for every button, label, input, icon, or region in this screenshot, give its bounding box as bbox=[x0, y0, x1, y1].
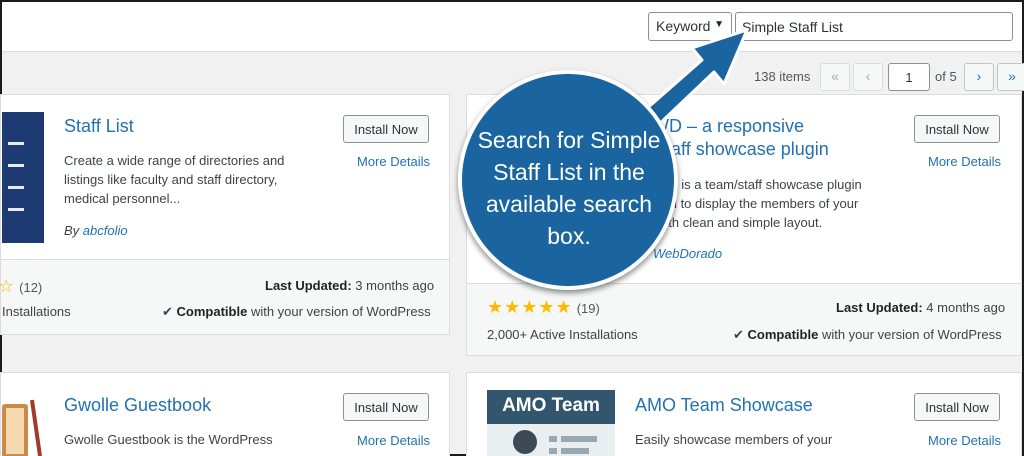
last-updated: Last Updated: 3 months ago bbox=[265, 278, 435, 293]
next-page-button[interactable]: › bbox=[964, 63, 994, 91]
last-page-button[interactable]: » bbox=[997, 63, 1024, 91]
active-installations: 2,000+ Active Installations bbox=[487, 327, 638, 342]
plugin-card-footer bbox=[1, 259, 449, 334]
rating-count: (12) bbox=[19, 280, 43, 295]
search-type-value: Keyword bbox=[656, 18, 711, 34]
rating-stars: ★★★★★ (19) bbox=[487, 297, 600, 318]
plugin-description: Easily showcase members of your bbox=[635, 432, 833, 447]
plugin-description-line: with clean and simple layout. bbox=[656, 215, 823, 230]
plugin-description: Gwolle Guestbook is the WordPress bbox=[64, 432, 273, 447]
search-type-select[interactable]: Keyword ▼ bbox=[648, 12, 732, 41]
plugin-description-line: WD is a team/staff showcase plugin bbox=[656, 177, 862, 192]
install-now-button[interactable]: Install Now bbox=[343, 115, 429, 143]
more-details-link[interactable]: More Details bbox=[928, 154, 1001, 169]
plugin-thumbnail: AMO Team bbox=[487, 390, 615, 456]
checkmark-icon: ✔ bbox=[733, 327, 744, 342]
install-now-button[interactable]: Install Now bbox=[914, 393, 1000, 421]
team-member-icon bbox=[513, 430, 597, 454]
plugin-title-link[interactable]: AMO Team Showcase bbox=[635, 395, 813, 416]
plugin-description: Create a wide range of directories and l… bbox=[64, 153, 285, 206]
checkmark-icon: ✔ bbox=[162, 304, 173, 319]
plugin-card-footer bbox=[467, 283, 1021, 355]
plugin-description-line: you to display the members of your bbox=[656, 196, 859, 211]
thumbnail-label: AMO Team bbox=[502, 395, 600, 416]
install-now-button[interactable]: Install Now bbox=[914, 115, 1000, 143]
plugin-thumbnail bbox=[2, 386, 44, 456]
last-updated: Last Updated: 4 months ago bbox=[836, 300, 1006, 315]
plugin-thumbnail bbox=[2, 112, 44, 243]
active-installations: Installations bbox=[2, 304, 71, 319]
rating-count: (19) bbox=[576, 301, 600, 316]
plugin-title-link[interactable]: Gwolle Guestbook bbox=[64, 395, 211, 416]
install-now-button[interactable]: Install Now bbox=[343, 393, 429, 421]
first-page-button[interactable]: « bbox=[820, 63, 850, 91]
rating-stars: ☆ (12) bbox=[0, 276, 42, 297]
search-bar: Keyword ▼ bbox=[2, 2, 1022, 52]
more-details-link[interactable]: More Details bbox=[928, 433, 1001, 448]
compatibility: ✔ Compatible with your version of WordPr… bbox=[733, 327, 1002, 342]
more-details-link[interactable]: More Details bbox=[357, 154, 430, 169]
current-page-input[interactable] bbox=[888, 63, 930, 91]
plugin-title-link[interactable]: Staff List bbox=[64, 116, 134, 137]
prev-page-button[interactable]: ‹ bbox=[853, 63, 883, 91]
plugin-title-link-line2[interactable]: /staff showcase plugin bbox=[652, 139, 829, 160]
plugin-search-input[interactable] bbox=[735, 12, 1013, 41]
author-link[interactable]: abcfolio bbox=[83, 223, 128, 238]
star-icon: ★★★★★ bbox=[487, 297, 573, 317]
items-count: 138 items bbox=[754, 69, 811, 84]
instruction-callout: Search for Simple Staff List in the avai… bbox=[458, 70, 678, 290]
callout-text: Search for Simple Staff List in the avai… bbox=[477, 127, 661, 249]
compatibility: ✔ Compatible with your version of WordPr… bbox=[162, 304, 431, 319]
star-icon: ☆ bbox=[0, 276, 16, 296]
total-pages: of 5 bbox=[935, 69, 957, 84]
more-details-link[interactable]: More Details bbox=[357, 433, 430, 448]
chevron-down-icon: ▼ bbox=[714, 19, 724, 30]
plugin-author: By abcfolio bbox=[64, 223, 128, 238]
guestbook-icon bbox=[2, 399, 42, 456]
